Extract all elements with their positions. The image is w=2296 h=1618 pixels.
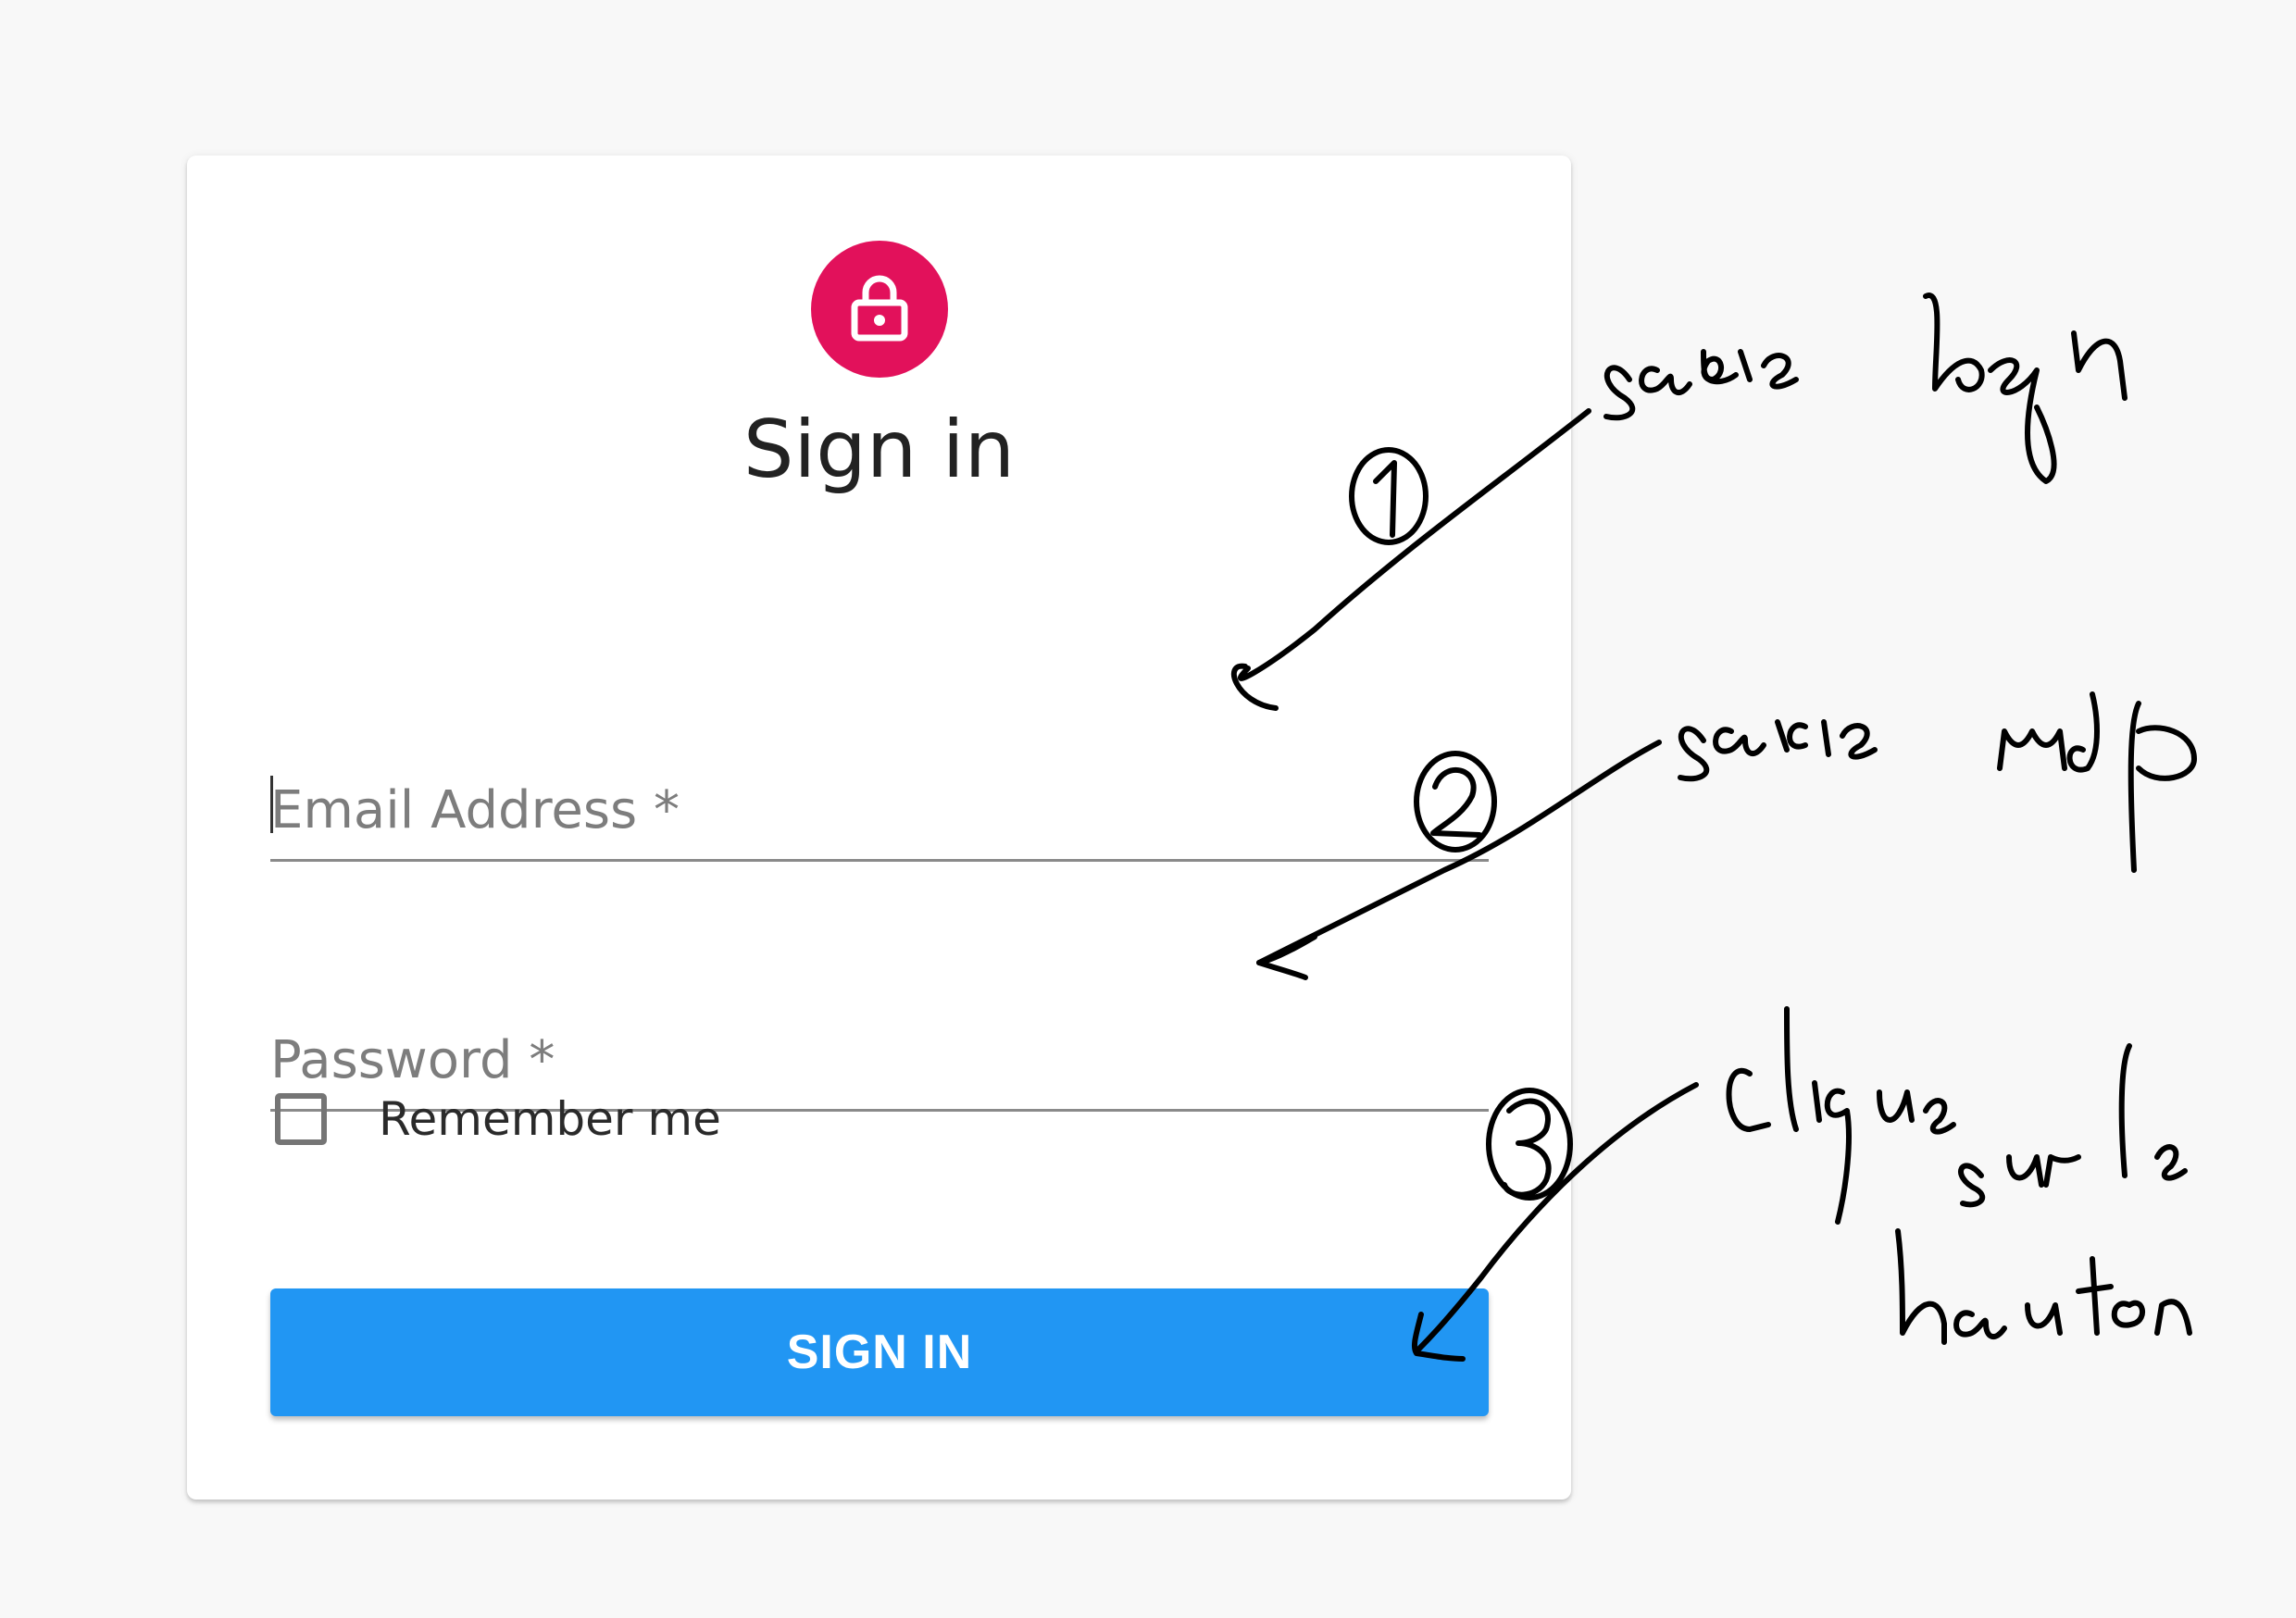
email-field[interactable]: [270, 748, 1489, 862]
sign-in-button[interactable]: SIGN IN: [270, 1288, 1489, 1416]
page-title: Sign in: [742, 404, 1016, 496]
sign-in-card: Sign in Remember me SIGN IN: [187, 156, 1571, 1500]
annotation-text-saisie-mdp: [1678, 691, 2197, 873]
remember-me-label: Remember me: [379, 1092, 721, 1146]
remember-me-row[interactable]: Remember me: [275, 1089, 721, 1149]
annotation-text-saisie-login: [1603, 292, 2128, 484]
password-input[interactable]: [270, 1030, 1489, 1090]
annotation-text-clique-sur-le-bouton: [1726, 1006, 2192, 1345]
email-input[interactable]: [270, 780, 1489, 840]
lock-avatar: [811, 241, 948, 378]
remember-me-checkbox[interactable]: [275, 1093, 327, 1145]
lock-icon: [849, 272, 910, 347]
